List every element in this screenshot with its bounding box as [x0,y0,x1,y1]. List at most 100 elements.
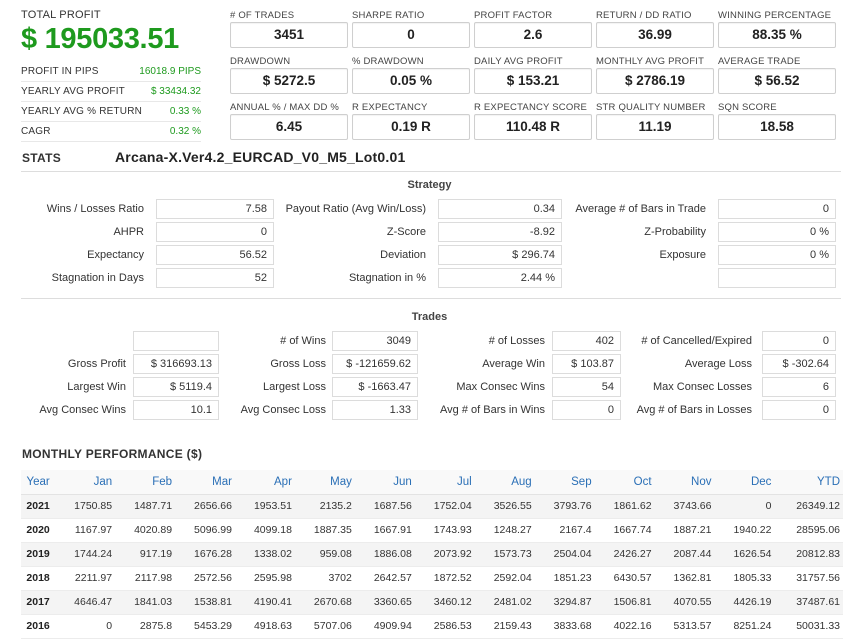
month-cell: 1953.51 [234,494,295,519]
metric-value: 6.45 [230,114,348,140]
metric-winning-percentage: WINNING PERCENTAGE 88.35 % [718,9,836,48]
month-cell: 1743.93 [414,518,475,543]
month-cell: 3460.12 [414,590,475,615]
column-header-month[interactable]: Jul [414,470,475,495]
month-cell: 917.19 [115,542,176,567]
month-cell: 3793.76 [534,494,595,519]
metric-label: WINNING PERCENTAGE [718,10,832,21]
year-cell: 2016 [21,614,56,639]
stat-label: Average # of Bars in Trade [575,203,706,215]
month-cell: 2481.02 [474,590,535,615]
metric-value: 0.19 R [352,114,470,140]
table-row: 2020 1167.97 4020.89 5096.99 4099.18 188… [21,518,843,543]
trade-label: Avg # of Bars in Losses [636,404,752,416]
month-cell: 6430.57 [594,566,655,591]
stat-value: 0 % [718,222,836,242]
metric-value: 110.48 R [474,114,592,140]
metric-percent-drawdown: % DRAWDOWN 0.05 % [352,55,470,94]
month-cell: 3743.66 [654,494,715,519]
trade-label: # of Losses [488,335,545,347]
column-header-month[interactable]: Sep [534,470,595,495]
month-cell: 1887.21 [654,518,715,543]
stat-value: 7.58 [156,199,274,219]
stat-value: 0 [156,222,274,242]
column-header-month[interactable]: Feb [115,470,176,495]
month-cell: 1676.28 [175,542,235,567]
month-cell: 3360.65 [354,590,415,615]
month-cell: 4099.18 [234,518,295,543]
trade-value: 3049 [332,331,418,351]
metric-value: $ 56.52 [718,68,836,94]
trade-label: # of Cancelled/Expired [641,335,752,347]
trade-value: $ 316693.13 [133,354,219,374]
column-header-month[interactable]: Mar [175,470,235,495]
year-cell: 2019 [21,542,56,567]
metric-monthly-avg-profit: MONTHLY AVG PROFIT $ 2786.19 [596,55,714,94]
month-cell: 1506.81 [594,590,655,615]
month-cell: 1744.24 [55,542,116,567]
summary-value: 16018.9 PIPS [139,66,201,77]
column-header-month[interactable]: Dec [714,470,775,495]
column-header-ytd[interactable]: YTD [774,470,843,495]
month-cell: 4426.19 [714,590,775,615]
stat-label: Exposure [659,249,706,261]
month-cell: 1887.35 [294,518,355,543]
month-cell: 2592.04 [474,566,535,591]
column-header-month[interactable]: Aug [474,470,535,495]
stat-label: Payout Ratio (Avg Win/Loss) [285,203,426,215]
month-cell: 1861.62 [594,494,655,519]
month-cell: 1667.91 [354,518,415,543]
column-header-month[interactable]: May [294,470,355,495]
stat-value: 0 % [718,245,836,265]
metric-label: PROFIT FACTOR [474,10,553,21]
month-cell: 5313.57 [654,614,715,639]
metric-r-expectancy: R EXPECTANCY 0.19 R [352,101,470,140]
trade-label: Max Consec Losses [652,381,752,393]
metric-value: 18.58 [718,114,836,140]
total-profit-value: $ 195033.51 [21,23,179,55]
trade-value: 1.33 [332,400,418,420]
metric-label: MONTHLY AVG PROFIT [596,56,705,67]
metric-label: ANNUAL % / MAX DD % [230,102,340,113]
column-header-month[interactable]: Oct [594,470,655,495]
column-header-month[interactable]: Jan [55,470,116,495]
month-cell: 2426.27 [594,542,655,567]
month-cell: 1167.97 [55,518,116,543]
month-cell: 2875.8 [115,614,176,639]
month-cell: 4020.89 [115,518,176,543]
month-cell: 4909.94 [354,614,415,639]
column-header-year[interactable]: Year [21,470,56,495]
month-cell: 2656.66 [175,494,235,519]
metric-label: SHARPE RATIO [352,10,425,21]
month-cell: 2670.68 [294,590,355,615]
metric-label: R EXPECTANCY SCORE [474,102,588,113]
month-cell: 5096.99 [175,518,235,543]
trade-value: 10.1 [133,400,219,420]
stat-label: Z-Probability [644,226,706,238]
trade-value: 0 [552,400,621,420]
strategy-name: Arcana-X.Ver4.2_EURCAD_V0_M5_Lot0.01 [115,149,406,165]
table-row: 2017 4646.47 1841.03 1538.81 4190.41 267… [21,590,843,615]
month-cell: 8251.24 [714,614,775,639]
column-header-month[interactable]: Jun [354,470,415,495]
month-cell: 1338.02 [234,542,295,567]
metric-value: 3451 [230,22,348,48]
month-cell: 1750.85 [55,494,116,519]
month-cell: 5707.06 [294,614,355,639]
summary-label: YEARLY AVG PROFIT [21,86,125,97]
trade-value: 402 [552,331,621,351]
profit-summary: TOTAL PROFIT $ 195033.51 PROFIT IN PIPS … [21,9,201,142]
month-cell: 3526.55 [474,494,535,519]
metric-label: # OF TRADES [230,10,295,21]
metric-sqn-score: SQN SCORE 18.58 [718,101,836,140]
trade-label: Gross Loss [270,358,326,370]
month-cell: 0 [55,614,116,639]
summary-row-yearly-avg-profit: YEARLY AVG PROFIT $ 33434.32 [21,82,201,102]
metric-annual-max-dd: ANNUAL % / MAX DD % 6.45 [230,101,348,140]
stat-label: Wins / Losses Ratio [46,203,144,215]
column-header-month[interactable]: Apr [234,470,295,495]
metric-label: % DRAWDOWN [352,56,424,67]
column-header-month[interactable]: Nov [654,470,715,495]
metric-label: RETURN / DD RATIO [596,10,692,21]
trade-label: Max Consec Wins [456,381,545,393]
